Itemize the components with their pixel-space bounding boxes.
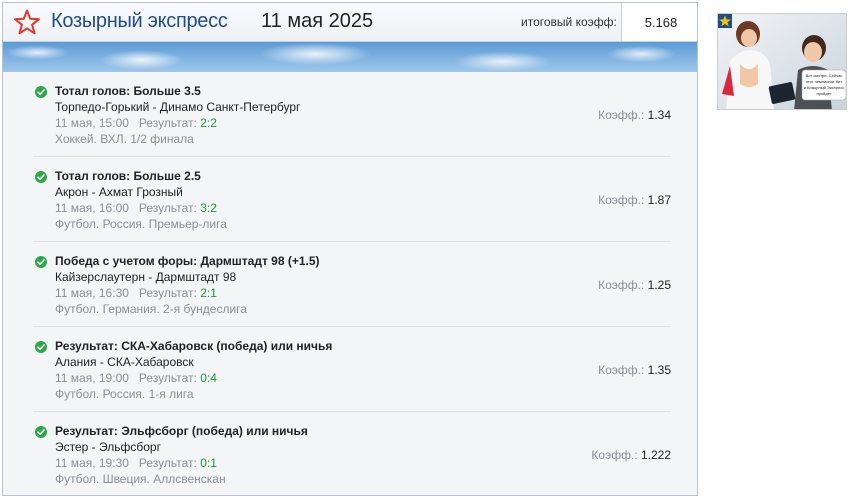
ad-caption-line: Вот смотри. Сейчас	[806, 73, 843, 78]
ad-caption-line: и Козырный Экспресс	[804, 85, 845, 90]
coef-label: Коэфф.:	[591, 448, 638, 462]
match-result: 2:1	[200, 286, 217, 300]
match-time: 11 мая, 16:00	[55, 201, 129, 215]
check-icon	[35, 341, 47, 353]
league-name: Футбол. Швеция. Аллсвенскан	[55, 472, 226, 486]
result-label: Результат:	[138, 371, 197, 385]
total-coef-value: 5.168	[621, 3, 697, 41]
ad-caption-line: пройдет	[816, 91, 831, 96]
sky-banner	[3, 42, 697, 72]
ad-illustration: Вот смотри. Сейчас этот чемпионат бит и …	[718, 14, 846, 109]
match-meta: 11 мая, 19:30 Результат: 0:1	[55, 456, 217, 470]
match-name: Кайзерслаутерн - Дармштадт 98	[55, 270, 237, 284]
bet-coef: Коэфф.: 1.34	[598, 108, 671, 122]
bet-title: Победа с учетом форы: Дармштадт 98 (+1.5…	[55, 254, 320, 268]
result-label: Результат:	[138, 201, 197, 215]
coef-label: Коэфф.:	[598, 363, 645, 377]
league-name: Футбол. Германия. 2-я бундеслига	[55, 302, 247, 316]
result-label: Результат:	[138, 456, 197, 470]
match-meta: 11 мая, 19:00 Результат: 0:4	[55, 371, 217, 385]
bet-item: Тотал голов: Больше 3.5 Торпедо-Горький …	[33, 72, 671, 157]
bet-coef: Коэфф.: 1.35	[598, 363, 671, 377]
match-name: Эстер - Эльфсборг	[55, 440, 161, 454]
bet-item: Результат: СКА-Хабаровск (победа) или ни…	[33, 327, 671, 412]
result-label: Результат:	[138, 116, 197, 130]
bet-title: Результат: СКА-Хабаровск (победа) или ни…	[55, 339, 333, 353]
coef-value: 1.35	[647, 363, 671, 377]
result-label: Результат:	[138, 286, 197, 300]
bet-item: Победа с учетом форы: Дармштадт 98 (+1.5…	[33, 242, 671, 327]
match-meta: 11 мая, 16:00 Результат: 3:2	[55, 201, 217, 215]
bet-coef: Коэфф.: 1.222	[591, 448, 671, 462]
bet-item: Результат: Эльфсборг (победа) или ничья …	[33, 412, 671, 495]
match-result: 0:4	[200, 371, 217, 385]
bet-coef: Коэфф.: 1.87	[598, 193, 671, 207]
bet-item: Тотал голов: Больше 2.5 Акрон - Ахмат Гр…	[33, 157, 671, 242]
match-time: 11 мая, 19:00	[55, 371, 129, 385]
coef-label: Коэфф.:	[598, 193, 645, 207]
express-header: Козырный экспресс 11 мая 2025 итоговый к…	[3, 3, 697, 42]
match-result: 3:2	[200, 201, 217, 215]
coef-value: 1.25	[647, 278, 671, 292]
star-icon	[14, 9, 40, 35]
coef-label: Коэфф.:	[598, 108, 645, 122]
coef-label: Коэфф.:	[598, 278, 645, 292]
check-icon	[35, 171, 47, 183]
match-meta: 11 мая, 16:30 Результат: 2:1	[55, 286, 217, 300]
ad-caption-line: этот чемпионат бит	[806, 79, 842, 84]
bet-coef: Коэфф.: 1.25	[598, 278, 671, 292]
match-time: 11 мая, 19:30	[55, 456, 129, 470]
match-result: 2:2	[200, 116, 217, 130]
check-icon	[35, 256, 47, 268]
league-name: Хоккей. ВХЛ. 1/2 финала	[55, 132, 194, 146]
coef-value: 1.87	[647, 193, 671, 207]
ad-banner[interactable]: Вот смотри. Сейчас этот чемпионат бит и …	[717, 13, 847, 110]
bet-title: Результат: Эльфсборг (победа) или ничья	[55, 424, 308, 438]
check-icon	[35, 426, 47, 438]
bet-title: Тотал голов: Больше 3.5	[55, 84, 201, 98]
coef-value: 1.222	[640, 448, 671, 462]
league-name: Футбол. Россия. 1-я лига	[55, 387, 194, 401]
express-panel: Козырный экспресс 11 мая 2025 итоговый к…	[2, 2, 698, 496]
match-time: 11 мая, 16:30	[55, 286, 129, 300]
league-name: Футбол. Россия. Премьер-лига	[55, 217, 227, 231]
check-icon	[35, 86, 47, 98]
brand-title: Козырный экспресс	[51, 10, 228, 32]
total-coef-label: итоговый коэфф:	[521, 15, 617, 29]
match-name: Алания - СКА-Хабаровск	[55, 355, 194, 369]
match-name: Акрон - Ахмат Грозный	[55, 185, 183, 199]
bet-list: Тотал голов: Больше 3.5 Торпедо-Горький …	[3, 72, 697, 495]
match-time: 11 мая, 15:00	[55, 116, 129, 130]
express-date: 11 мая 2025	[261, 10, 374, 32]
match-meta: 11 мая, 15:00 Результат: 2:2	[55, 116, 217, 130]
coef-value: 1.34	[647, 108, 671, 122]
bet-title: Тотал голов: Больше 2.5	[55, 169, 201, 183]
match-name: Торпедо-Горький - Динамо Санкт-Петербург	[55, 100, 301, 114]
match-result: 0:1	[200, 456, 217, 470]
